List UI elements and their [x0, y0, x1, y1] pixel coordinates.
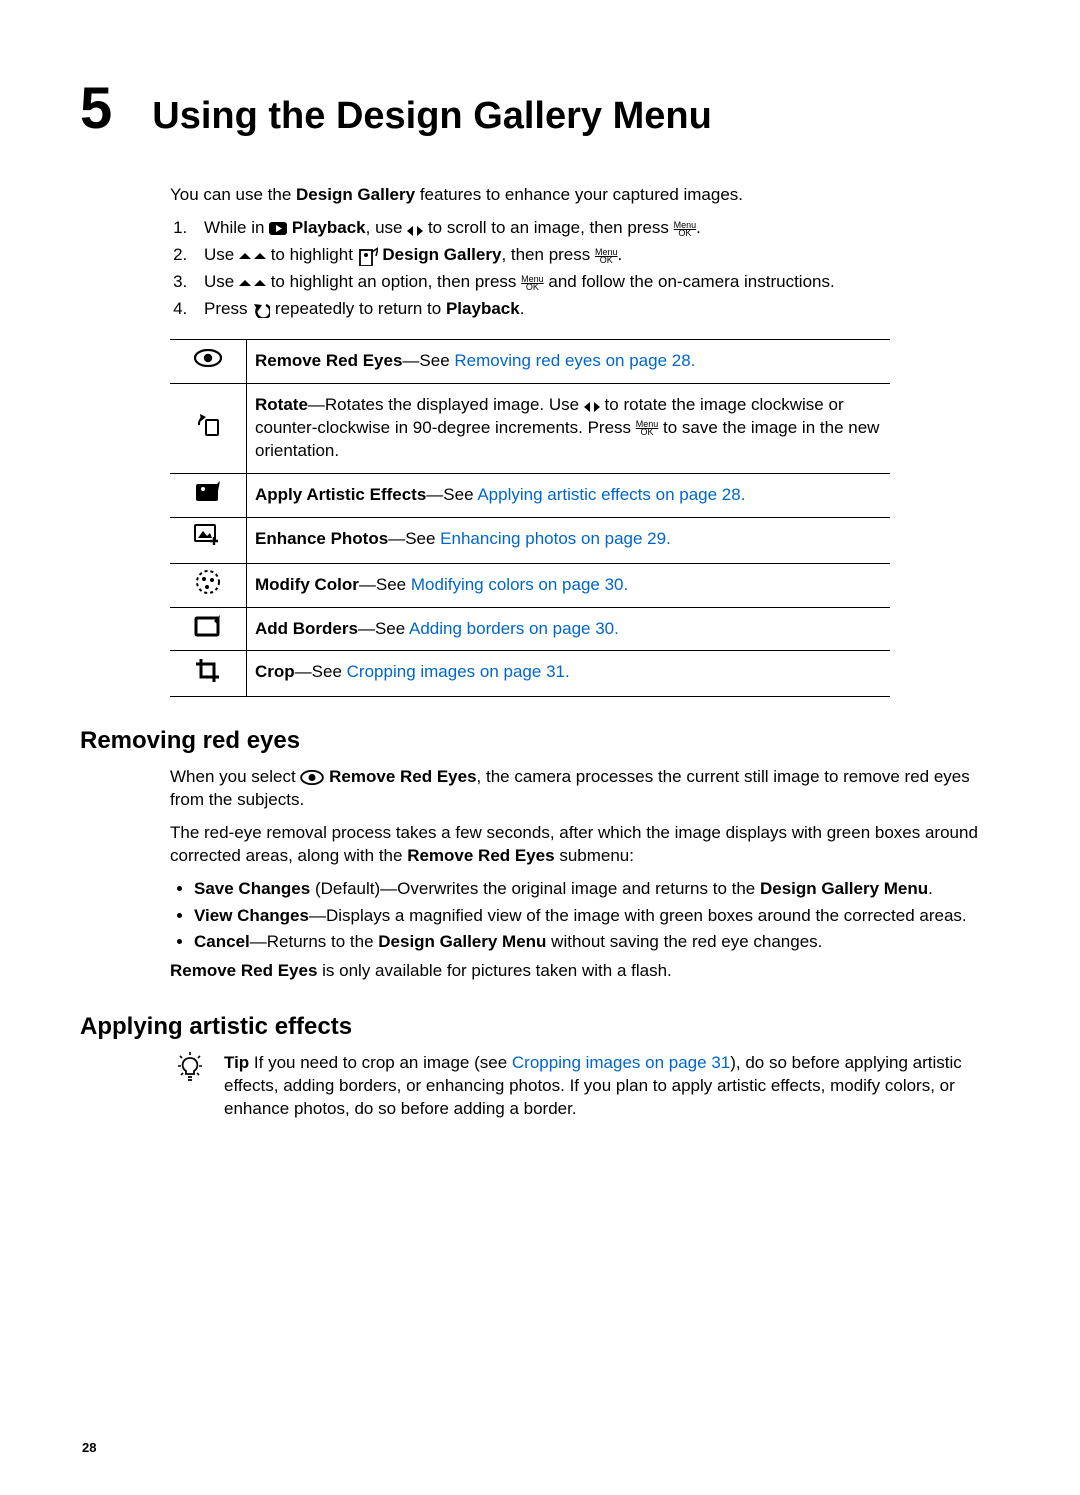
steps-list: While in Playback, use to scroll to an i… [170, 217, 1000, 321]
table-row: Modify Color—See Modifying colors on pag… [170, 563, 890, 607]
eye-icon [300, 770, 324, 785]
redeye-submenu-list: Save Changes (Default)—Overwrites the or… [170, 878, 1000, 955]
menu-ok-icon: MenuOK [595, 248, 618, 264]
step-3: Use to highlight an option, then press M… [192, 271, 1000, 294]
table-row: Crop—See Cropping images on page 31. [170, 651, 890, 697]
link-cropping-images[interactable]: Cropping images on page 31. [347, 662, 570, 681]
link-adding-borders[interactable]: Adding borders on page 30. [409, 619, 619, 638]
rotate-icon [195, 412, 221, 438]
chapter-number: 5 [80, 70, 112, 148]
table-row: Rotate—Rotates the displayed image. Use … [170, 383, 890, 473]
up-down-arrows-icon [239, 251, 266, 261]
add-borders-icon [194, 615, 222, 637]
step-1: While in Playback, use to scroll to an i… [192, 217, 1000, 240]
redeye-paragraph-2: The red-eye removal process takes a few … [170, 822, 1000, 868]
modify-color-icon [194, 570, 222, 594]
menu-ok-icon: MenuOK [674, 221, 697, 237]
chapter-heading: 5 Using the Design Gallery Menu [80, 70, 1000, 148]
options-table: Remove Red Eyes—See Removing red eyes on… [170, 339, 890, 697]
redeye-paragraph-3: Remove Red Eyes is only available for pi… [170, 960, 1000, 983]
back-arrow-icon [252, 302, 270, 318]
tip-text: Tip If you need to crop an image (see Cr… [224, 1052, 1000, 1121]
enhance-photo-icon [194, 524, 222, 550]
step-2: Use to highlight Design Gallery, then pr… [192, 244, 1000, 267]
menu-ok-icon: MenuOK [521, 275, 544, 291]
list-item: View Changes—Displays a magnified view o… [194, 905, 1000, 928]
tip-block: Tip If you need to crop an image (see Cr… [170, 1052, 1000, 1121]
table-row: Add Borders—See Adding borders on page 3… [170, 607, 890, 651]
intro-paragraph: You can use the Design Gallery features … [170, 184, 1000, 207]
tip-lightbulb-icon [176, 1052, 204, 1084]
left-right-arrows-icon [584, 396, 600, 414]
menu-ok-icon: MenuOK [636, 420, 659, 436]
table-row: Remove Red Eyes—See Removing red eyes on… [170, 339, 890, 383]
link-modifying-colors[interactable]: Modifying colors on page 30. [411, 575, 628, 594]
section-heading-removing-red-eyes: Removing red eyes [80, 725, 1000, 757]
eye-icon [194, 349, 222, 367]
list-item: Cancel—Returns to the Design Gallery Men… [194, 931, 1000, 954]
link-cropping-images-tip[interactable]: Cropping images on page 31 [512, 1053, 730, 1072]
playback-icon [269, 222, 287, 235]
up-down-arrows-icon [239, 278, 266, 288]
palette-icon [194, 481, 222, 503]
page-number: 28 [82, 1439, 96, 1457]
link-removing-red-eyes[interactable]: Removing red eyes on page 28. [454, 351, 695, 370]
chapter-title: Using the Design Gallery Menu [152, 91, 712, 142]
table-row: Enhance Photos—See Enhancing photos on p… [170, 517, 890, 563]
section-heading-applying-artistic-effects: Applying artistic effects [80, 1011, 1000, 1043]
link-enhancing-photos[interactable]: Enhancing photos on page 29. [440, 529, 671, 548]
table-row: Apply Artistic Effects—See Applying arti… [170, 473, 890, 517]
redeye-paragraph-1: When you select Remove Red Eyes, the cam… [170, 766, 1000, 812]
list-item: Save Changes (Default)—Overwrites the or… [194, 878, 1000, 901]
design-gallery-icon [358, 246, 378, 266]
link-applying-artistic-effects[interactable]: Applying artistic effects on page 28. [477, 485, 745, 504]
crop-icon [194, 657, 222, 683]
step-4: Press repeatedly to return to Playback. [192, 298, 1000, 321]
left-right-arrows-icon [407, 220, 423, 238]
